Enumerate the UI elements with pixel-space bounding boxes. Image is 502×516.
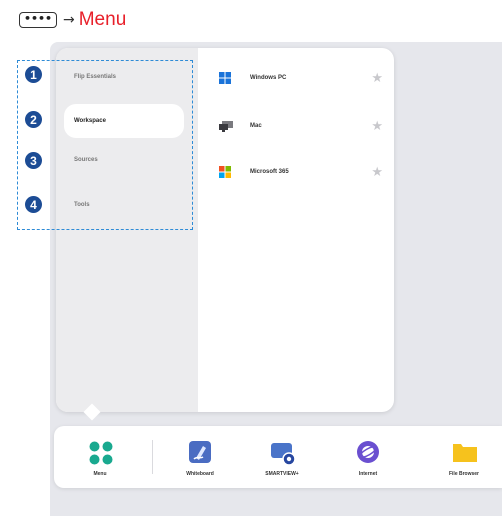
app-label: Mac: [250, 123, 262, 129]
dock-item-file-browser[interactable]: File Browser: [436, 426, 492, 488]
smartview-icon: [270, 440, 296, 466]
app-row-windows-pc[interactable]: Windows PC ★: [218, 68, 383, 88]
dock-label: File Browser: [448, 471, 479, 477]
taskbar-divider: [152, 440, 153, 474]
dock-label: SMARTVIEW+: [265, 471, 299, 477]
app-label: Windows PC: [250, 75, 287, 81]
callout-dashed-box: [17, 60, 193, 230]
instruction-header: •••• → Menu: [19, 9, 126, 31]
whiteboard-icon: [188, 440, 212, 464]
dock-label: Internet: [358, 471, 378, 477]
callout-number-4: 4: [25, 196, 42, 213]
dock-label: Whiteboard: [186, 471, 214, 477]
internet-icon: [356, 440, 380, 464]
menu-heading: Menu: [78, 9, 127, 30]
more-dots: ••••: [23, 12, 53, 25]
dock-item-whiteboard[interactable]: Whiteboard: [172, 426, 228, 488]
favorite-star-icon[interactable]: ★: [371, 71, 383, 86]
dock-label: Menu: [93, 471, 107, 477]
dock-item-menu[interactable]: Menu: [76, 426, 124, 488]
windows-icon: [218, 71, 232, 85]
callout-number-2: 2: [25, 111, 42, 128]
dock-item-smartview[interactable]: SMARTVIEW+: [254, 426, 310, 488]
folder-icon: [452, 440, 477, 464]
callout-number-3: 3: [25, 152, 42, 169]
callout-number-1: 1: [25, 66, 42, 83]
app-row-mac[interactable]: Mac ★: [218, 116, 383, 136]
mac-monitor-icon: [218, 119, 233, 133]
taskbar: Menu Whiteboard SMARTVIEW+ Internet File…: [54, 426, 502, 488]
app-row-microsoft-365[interactable]: Microsoft 365 ★: [218, 162, 383, 182]
arrow-glyph: →: [63, 12, 75, 28]
favorite-star-icon[interactable]: ★: [371, 165, 383, 180]
app-label: Microsoft 365: [250, 169, 289, 175]
dock-item-internet[interactable]: Internet: [344, 426, 392, 488]
favorite-star-icon[interactable]: ★: [371, 119, 383, 134]
more-button-icon: ••••: [19, 12, 57, 28]
microsoft-365-icon: [218, 165, 232, 179]
menu-grid-icon: [88, 440, 113, 465]
